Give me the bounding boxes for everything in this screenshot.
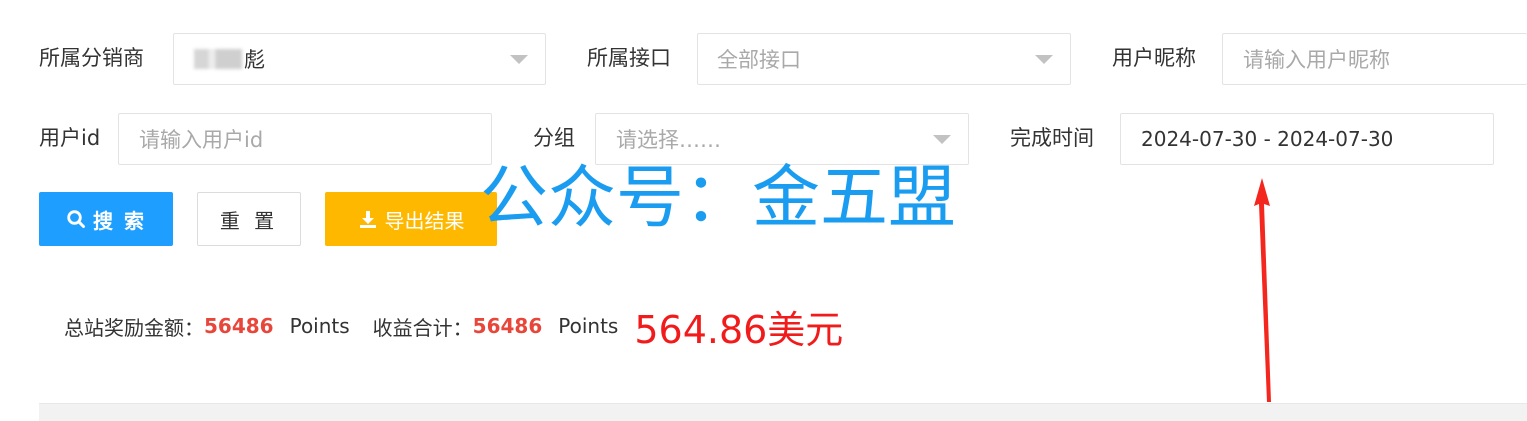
nickname-placeholder: 请输入用户昵称 <box>1243 48 1390 72</box>
download-icon <box>358 209 378 229</box>
watermark-text: 公众号：金五盟 <box>480 159 957 238</box>
search-icon <box>66 209 86 229</box>
chevron-down-icon <box>933 135 951 144</box>
finish-time-value: 2024-07-30 - 2024-07-30 <box>1141 127 1394 151</box>
nickname-label: 用户昵称 <box>1112 46 1196 70</box>
finish-time-label: 完成时间 <box>1010 126 1094 150</box>
search-button-label: 搜 索 <box>93 208 146 233</box>
summary-line: 总站奖励金额： 56486 Points 收益合计： 56486 Points … <box>64 302 843 352</box>
chevron-down-icon <box>510 55 528 64</box>
nickname-input[interactable]: 请输入用户昵称 <box>1222 33 1527 85</box>
finish-time-range-input[interactable]: 2024-07-30 - 2024-07-30 <box>1120 113 1494 165</box>
user-id-label: 用户id <box>39 126 101 150</box>
distributor-label: 所属分销商 <box>39 46 144 70</box>
user-id-placeholder: 请输入用户id <box>139 128 264 152</box>
group-select[interactable]: 请选择…… <box>595 113 969 165</box>
reset-button-label: 重 置 <box>219 208 279 233</box>
export-button-label: 导出结果 <box>384 208 465 233</box>
total-reward-label: 总站奖励金额： <box>64 315 204 340</box>
income-total-value: 56486 <box>472 314 543 338</box>
usd-amount-annotation: 564.86美元 <box>634 307 844 352</box>
query-form-page: 所属分销商 彪 所属接口 全部接口 用户昵称 请输入用户昵称 用户id 请输入用… <box>0 0 1527 421</box>
interface-label: 所属接口 <box>587 46 671 70</box>
group-placeholder: 请选择…… <box>616 128 721 152</box>
chevron-down-icon <box>1035 55 1053 64</box>
total-reward-unit: Points <box>289 314 350 338</box>
group-label: 分组 <box>533 126 575 150</box>
income-total-label: 收益合计： <box>372 315 473 340</box>
distributor-value: 彪 <box>244 48 265 72</box>
income-total-unit: Points <box>558 314 619 338</box>
export-button[interactable]: 导出结果 <box>325 192 497 246</box>
redacted-text <box>194 49 242 69</box>
distributor-select[interactable]: 彪 <box>173 33 546 85</box>
search-button[interactable]: 搜 索 <box>39 192 173 246</box>
total-reward-value: 56486 <box>204 314 274 338</box>
interface-select[interactable]: 全部接口 <box>697 33 1071 85</box>
table-header-strip <box>39 403 1527 421</box>
user-id-input[interactable]: 请输入用户id <box>118 113 492 165</box>
reset-button[interactable]: 重 置 <box>197 192 301 246</box>
annotation-arrow-icon <box>1254 178 1271 402</box>
interface-value: 全部接口 <box>717 48 801 72</box>
